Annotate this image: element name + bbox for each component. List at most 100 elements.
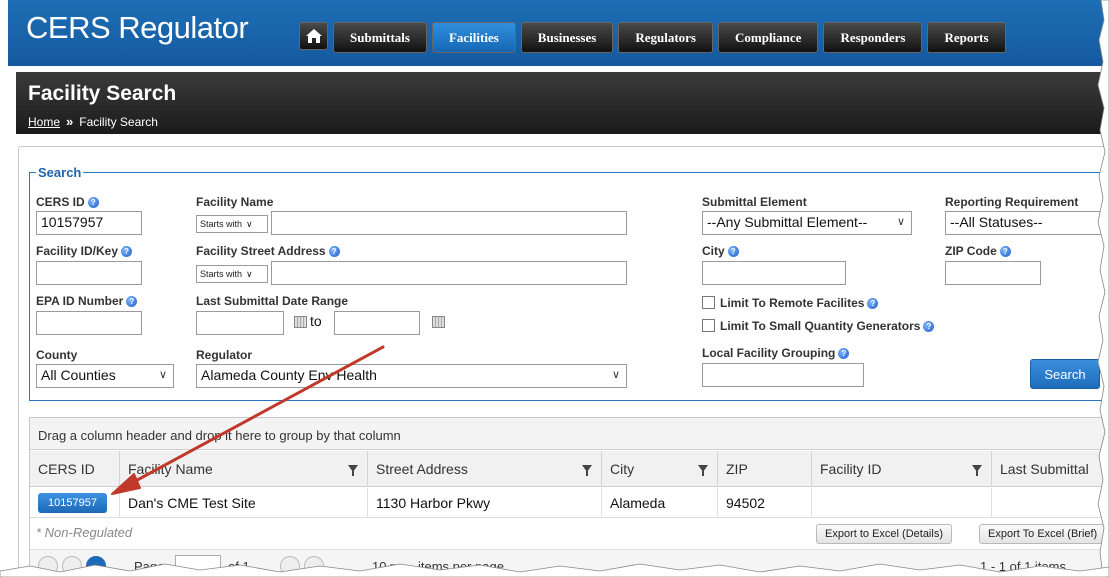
top-bar: CERS Regulator Submittals Facilities Bus… — [8, 0, 1109, 66]
regulator-select[interactable]: Alameda County Env Health ∨ — [196, 364, 627, 388]
chevron-down-icon: ∨ — [246, 218, 253, 229]
cell-street-address: 1130 Harbor Pkwy — [368, 488, 602, 518]
help-icon[interactable]: ? — [838, 347, 850, 359]
help-icon[interactable]: ? — [999, 245, 1011, 257]
search-panel: Search CERS ID? 10157957 Facility Name S… — [29, 165, 1109, 401]
calendar-icon[interactable] — [294, 316, 307, 328]
date-to-input[interactable] — [334, 311, 420, 335]
sqg-label-text: Limit To Small Quantity Generators — [720, 319, 921, 333]
cers-id-link-button[interactable]: 10157957 — [38, 493, 107, 513]
group-drop-area[interactable]: Drag a column header and drop it here to… — [30, 418, 1109, 450]
table-row[interactable]: 10157957 Dan's CME Test Site 1130 Harbor… — [30, 488, 1109, 518]
reporting-requirement-select[interactable]: --All Statuses--∨ — [945, 211, 1109, 235]
chevron-down-icon: ∨ — [611, 369, 620, 381]
page-header: Facility Search Home » Facility Search — [16, 72, 1109, 134]
export-details-button[interactable]: Export to Excel (Details) — [816, 524, 952, 544]
nav-regulators[interactable]: Regulators — [618, 22, 713, 53]
help-icon[interactable]: ? — [867, 297, 879, 309]
filter-icon[interactable] — [348, 465, 358, 476]
help-icon[interactable]: ? — [87, 196, 99, 208]
nav-facilities[interactable]: Facilities — [431, 22, 516, 53]
breadcrumb: Home » Facility Search — [28, 114, 158, 129]
facility-id-label: Facility ID/Key? — [36, 244, 133, 258]
cell-zip: 94502 — [718, 488, 812, 518]
facility-name-mode-select[interactable]: Starts with ∨ — [196, 215, 268, 233]
chevron-down-icon: ∨ — [896, 216, 905, 228]
regulator-label: Regulator — [196, 348, 253, 362]
column-header-label: City — [610, 461, 635, 477]
street-address-input[interactable] — [271, 261, 627, 285]
cell-facility-id — [812, 488, 992, 518]
street-address-label: Facility Street Address? — [196, 244, 340, 258]
facility-name-input[interactable] — [271, 211, 627, 235]
export-brief-button[interactable]: Export To Excel (Brief) — [979, 524, 1107, 544]
column-header-facility-name[interactable]: Facility Name — [120, 451, 368, 487]
non-regulated-note: * Non-Regulated — [36, 525, 133, 540]
city-input[interactable] — [702, 261, 846, 285]
app-title: CERS Regulator — [26, 10, 249, 45]
breadcrumb-home-link[interactable]: Home — [28, 115, 60, 129]
column-header-label: Facility Name — [128, 461, 213, 477]
home-button[interactable] — [299, 22, 328, 50]
column-header-zip[interactable]: ZIP — [718, 451, 812, 487]
cell-cers-id: 10157957 — [30, 488, 120, 518]
submittal-element-select[interactable]: --Any Submittal Element-- ∨ — [702, 211, 912, 235]
cers-id-input[interactable]: 10157957 — [36, 211, 142, 235]
grouping-input[interactable] — [702, 363, 864, 387]
column-header-facility-id[interactable]: Facility ID — [812, 451, 992, 487]
column-header-city[interactable]: City — [602, 451, 718, 487]
column-header-street-address[interactable]: Street Address — [368, 451, 602, 487]
facility-id-input[interactable] — [36, 261, 142, 285]
help-icon[interactable]: ? — [121, 245, 133, 257]
search-button[interactable]: Search — [1030, 359, 1100, 389]
nav-submittals[interactable]: Submittals — [333, 22, 427, 53]
street-address-mode-select[interactable]: Starts with ∨ — [196, 265, 268, 283]
grid-header: CERS ID Facility Name Street Address Cit… — [30, 451, 1109, 487]
submittal-element-label: Submittal Element — [702, 195, 807, 209]
column-header-label: Last Submittal — [1000, 461, 1089, 477]
cers-id-label: CERS ID? — [36, 195, 99, 209]
date-from-input[interactable] — [196, 311, 284, 335]
help-icon[interactable]: ? — [923, 320, 935, 332]
grouping-label-text: Local Facility Grouping — [702, 346, 836, 360]
facility-name-label: Facility Name — [196, 195, 274, 209]
column-header-last-submittal[interactable]: Last Submittal — [992, 451, 1109, 487]
grid-footer: * Non-Regulated Export to Excel (Details… — [30, 519, 1109, 549]
reporting-requirement-label: Reporting Requirement — [945, 195, 1079, 209]
remote-label-text: Limit To Remote Facilites — [720, 296, 865, 310]
cers-id-label-text: CERS ID — [36, 195, 85, 209]
city-label: City? — [702, 244, 739, 258]
remote-checkbox[interactable] — [702, 296, 715, 309]
county-select[interactable]: All Counties ∨ — [36, 364, 174, 388]
filter-icon[interactable] — [582, 465, 592, 476]
nav-responders[interactable]: Responders — [823, 22, 923, 53]
date-range-label: Last Submittal Date Range — [196, 294, 349, 308]
facility-name-mode-value: Starts with — [200, 219, 243, 229]
date-range-to-label: to — [310, 313, 322, 329]
nav-businesses[interactable]: Businesses — [520, 22, 614, 53]
sqg-checkbox[interactable] — [702, 319, 715, 332]
column-header-cers-id[interactable]: CERS ID — [30, 451, 120, 487]
help-icon[interactable]: ? — [126, 295, 138, 307]
zip-input[interactable] — [945, 261, 1041, 285]
epa-id-label: EPA ID Number? — [36, 294, 138, 308]
epa-id-input[interactable] — [36, 311, 142, 335]
help-icon[interactable]: ? — [328, 245, 340, 257]
search-legend: Search — [38, 165, 82, 180]
column-header-label: Facility ID — [820, 461, 882, 477]
page-title: Facility Search — [28, 82, 177, 105]
reporting-requirement-value: --All Statuses-- — [950, 214, 1043, 230]
cell-city: Alameda — [602, 488, 718, 518]
calendar-icon[interactable] — [432, 316, 445, 328]
browser-frame: CERS Regulator Submittals Facilities Bus… — [8, 0, 1109, 577]
county-value: All Counties — [41, 367, 116, 383]
filter-icon[interactable] — [698, 465, 708, 476]
help-icon[interactable]: ? — [727, 245, 739, 257]
nav-reports[interactable]: Reports — [927, 22, 1006, 53]
main-nav: Submittals Facilities Businesses Regulat… — [333, 22, 1006, 53]
submittal-element-value: --Any Submittal Element-- — [707, 214, 868, 230]
results-grid: Drag a column header and drop it here to… — [29, 417, 1109, 577]
remote-label: Limit To Remote Facilites? — [720, 296, 879, 310]
filter-icon[interactable] — [972, 465, 982, 476]
nav-compliance[interactable]: Compliance — [718, 22, 819, 53]
